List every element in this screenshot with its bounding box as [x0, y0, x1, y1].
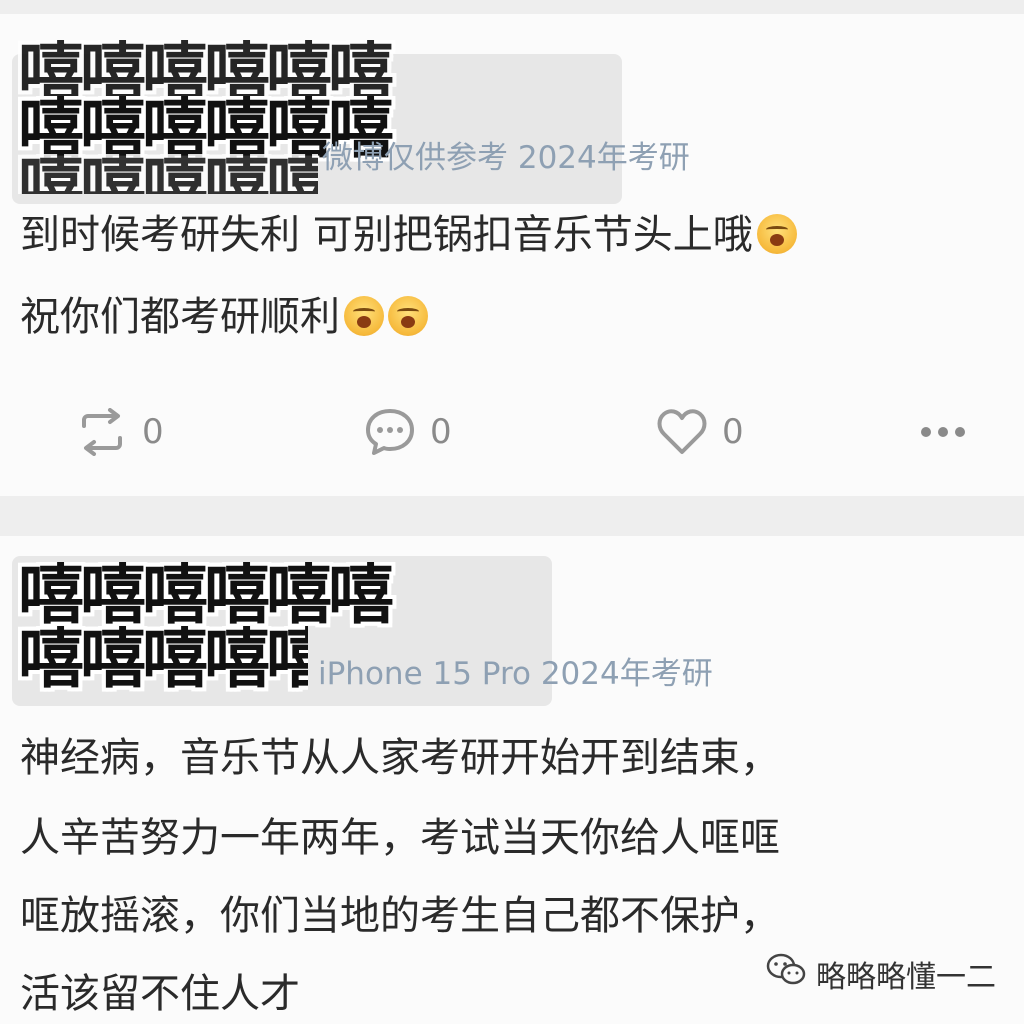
post-text-line: 人辛苦努力一年两年，考试当天你给人哐哐	[20, 815, 780, 861]
comment-button[interactable]: 0	[364, 402, 452, 462]
censor-overlay: 嘻嘻嘻嘻嘻嘻	[18, 154, 318, 194]
post-text-line: 活该留不住人才	[20, 971, 300, 1017]
emoji-icon	[756, 214, 797, 254]
post-text-line: 到时候考研失利 可别把锅扣音乐节头上哦	[20, 214, 797, 255]
comment-icon	[364, 407, 416, 457]
watermark: 略略略懂一二	[766, 952, 996, 996]
repost-button[interactable]: 0	[76, 402, 164, 462]
post-text-line: 神经病，音乐节从人家考研开始开到结束，	[20, 735, 780, 781]
more-button[interactable]	[920, 402, 966, 462]
post-card[interactable]: 嘻嘻嘻嘻嘻嘻 嘻嘻嘻嘻嘻嘻 嘻嘻嘻嘻嘻嘻 微博仅供参考 2024年考研 到时候考…	[0, 14, 1024, 496]
wechat-icon	[766, 953, 806, 995]
like-button[interactable]: 0	[656, 402, 744, 462]
censor-overlay: 嘻嘻嘻嘻嘻嘻	[18, 562, 394, 628]
emoji-icon	[388, 296, 428, 336]
like-count: 0	[722, 412, 744, 452]
post-text-line: 祝你们都考研顺利	[20, 296, 428, 337]
emoji-icon	[344, 296, 384, 336]
repost-icon	[76, 408, 128, 456]
comment-count: 0	[430, 412, 452, 452]
censor-overlay: 嘻嘻嘻嘻嘻嘻	[18, 40, 394, 100]
post-text-line: 哐放摇滚，你们当地的考生自己都不保护，	[20, 893, 780, 939]
post-meta: 微博仅供参考 2024年考研	[322, 140, 690, 176]
heart-icon	[656, 408, 708, 456]
repost-count: 0	[142, 412, 164, 452]
more-icon	[920, 426, 966, 438]
action-bar: 0 0 0	[0, 402, 1024, 472]
post-card[interactable]: 嘻嘻嘻嘻嘻嘻 嘻嘻嘻嘻嘻嘻 iPhone 15 Pro 2024年考研 神经病，…	[0, 536, 1024, 1024]
watermark-text: 略略略懂一二	[816, 960, 996, 995]
post-meta: iPhone 15 Pro 2024年考研	[318, 656, 713, 692]
censor-overlay: 嘻嘻嘻嘻嘻嘻	[18, 626, 308, 692]
